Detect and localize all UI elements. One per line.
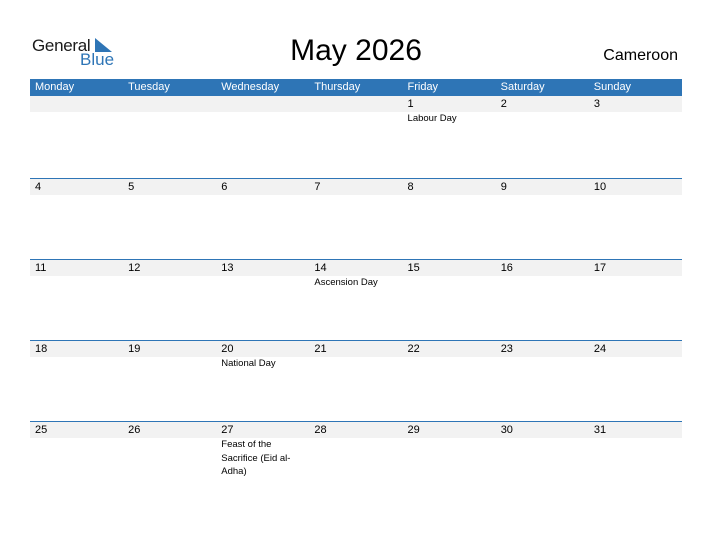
day-cell: 18 [30, 341, 123, 422]
week-row: 11 12 13 14 Ascension Day 15 16 17 [30, 259, 682, 341]
day-cell: 10 [589, 179, 682, 260]
day-cell: 20 National Day [216, 341, 309, 422]
day-cell: 15 [403, 260, 496, 341]
holiday-label: National Day [221, 358, 276, 369]
weekday-thursday: Thursday [314, 81, 361, 93]
day-cell: 29 [403, 422, 496, 503]
day-number: 5 [128, 181, 135, 193]
day-cell: 1 Labour Day [403, 96, 496, 177]
day-cell: 13 [216, 260, 309, 341]
day-cell: 17 [589, 260, 682, 341]
day-number: 20 [221, 343, 234, 355]
day-cell [309, 96, 402, 177]
week-row: 1 Labour Day 2 3 [30, 96, 682, 177]
day-number: 3 [593, 98, 600, 110]
day-cell: 14 Ascension Day [309, 260, 402, 341]
day-cell: 16 [496, 260, 589, 341]
day-number: 2 [500, 98, 507, 110]
day-number: 11 [35, 262, 47, 274]
day-number: 14 [314, 262, 327, 274]
week-row: 4 5 6 7 8 9 10 [30, 178, 682, 260]
day-cell: 7 [309, 179, 402, 260]
day-number: 8 [407, 181, 414, 193]
day-number: 17 [593, 262, 607, 274]
day-cell: 3 [589, 96, 682, 177]
day-cell: 21 [309, 341, 402, 422]
day-cell: 12 [123, 260, 216, 341]
day-cell: 31 [589, 422, 682, 503]
day-number: 16 [500, 262, 513, 274]
weekday-monday: Monday [35, 81, 75, 93]
weekday-wednesday: Wednesday [221, 81, 280, 93]
day-cell: 2 [496, 96, 589, 177]
week-row: 18 19 20 National Day 21 22 23 24 [30, 340, 682, 422]
week-row: 25 26 27 Feast of the Sacrifice (Eid al-Adh… [30, 421, 682, 503]
day-cell: 26 [123, 422, 216, 503]
day-cell: 25 [30, 422, 123, 503]
day-cell: 5 [123, 179, 216, 260]
weekday-friday: Friday [407, 81, 439, 93]
day-cell: 28 [309, 422, 402, 503]
day-cell [123, 96, 216, 177]
day-number: 4 [35, 181, 42, 193]
weekday-sunday: Sunday [593, 81, 632, 93]
day-cell: 9 [496, 179, 589, 260]
weekday-header: Monday Tuesday Wednesday Thursday Friday… [30, 79, 682, 96]
holiday-label: Feast of the Sacrifice (Eid al-Adha) [221, 439, 291, 477]
day-cell: 23 [496, 341, 589, 422]
day-number: 12 [128, 262, 141, 274]
weekday-tuesday: Tuesday [128, 81, 170, 93]
weekday-saturday: Saturday [500, 81, 545, 93]
day-number: 13 [221, 262, 234, 274]
day-cell [216, 96, 309, 177]
holiday-label: Labour Day [407, 113, 457, 124]
day-number: 7 [314, 181, 321, 193]
day-number: 23 [500, 343, 513, 355]
day-number: 27 [221, 424, 234, 436]
day-number: 10 [593, 181, 607, 193]
day-number: 18 [35, 343, 48, 355]
day-cell [30, 96, 123, 177]
day-number: 9 [500, 181, 507, 193]
country-label: Cameroon [603, 47, 678, 64]
day-number: 31 [593, 424, 607, 436]
day-number: 30 [500, 424, 513, 436]
day-cell: 19 [123, 341, 216, 422]
day-number: 15 [407, 262, 420, 274]
day-cell: 8 [403, 179, 496, 260]
day-number: 26 [128, 424, 141, 436]
day-number: 29 [407, 424, 420, 436]
day-cell: 24 [589, 341, 682, 422]
holiday-label: Ascension Day [314, 277, 378, 288]
day-cell: 27 Feast of the Sacrifice (Eid al-Adha) [216, 422, 309, 503]
day-number: 1 [407, 98, 414, 110]
day-number: 19 [128, 343, 141, 355]
day-number: 6 [221, 181, 228, 193]
day-number: 28 [314, 424, 327, 436]
day-cell: 6 [216, 179, 309, 260]
day-cell: 4 [30, 179, 123, 260]
day-cell: 11 [30, 260, 123, 341]
day-number: 22 [407, 343, 420, 355]
day-cell: 22 [403, 341, 496, 422]
day-number: 21 [314, 343, 327, 355]
day-number: 25 [35, 424, 48, 436]
day-cell: 30 [496, 422, 589, 503]
day-number: 24 [593, 343, 607, 355]
